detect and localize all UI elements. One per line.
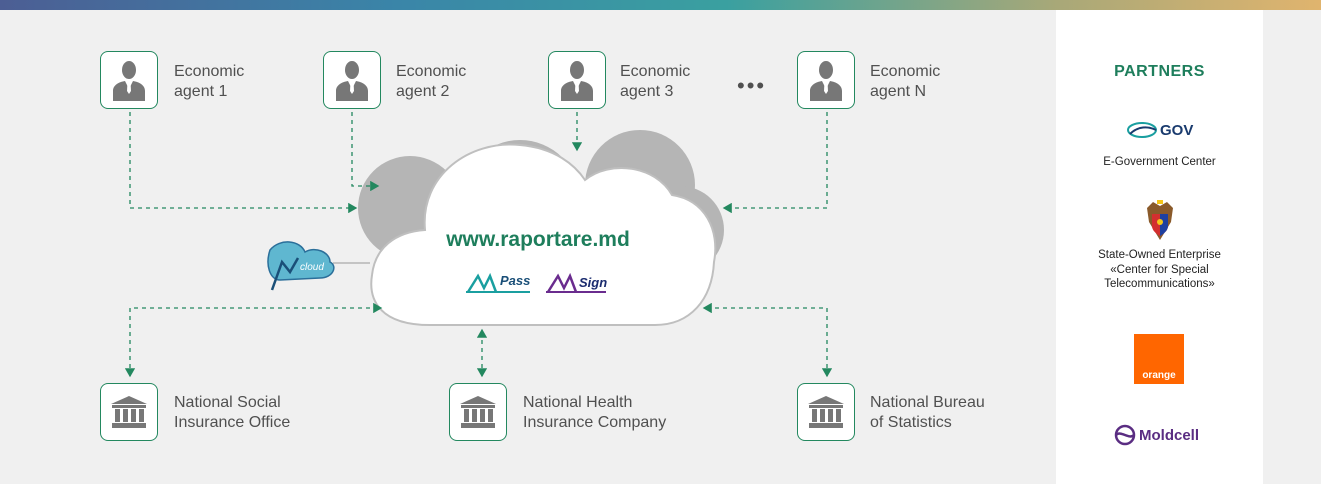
connector-agent-1 <box>129 112 358 214</box>
agent-n-label: Economic agent N <box>870 63 941 100</box>
agent-n-box <box>797 51 855 109</box>
partner-egov-name: E-Government Center <box>1103 156 1216 168</box>
bank-building-icon <box>460 396 496 428</box>
mpass-text: Pass <box>500 273 530 288</box>
person-icon <box>336 61 368 101</box>
agent-1-box <box>100 51 158 109</box>
bank-building-icon <box>808 396 844 428</box>
moldcell-logo[interactable]: Moldcell <box>1114 424 1199 446</box>
orange-logo-text: orange <box>1142 370 1176 381</box>
agent-2-label: Economic agent 2 <box>396 63 467 100</box>
mcloud-text: cloud <box>300 262 324 273</box>
institution-1-box <box>100 383 158 441</box>
person-icon <box>113 61 145 101</box>
partner-stc-name: State-Owned Enterprise «Center for Speci… <box>1098 249 1221 290</box>
agent-3-box <box>548 51 606 109</box>
partners-panel <box>1056 10 1263 484</box>
egov-logo[interactable]: GOV <box>1126 120 1193 140</box>
right-strip <box>1263 10 1321 484</box>
ellipsis: ••• <box>737 73 767 98</box>
person-icon <box>561 61 593 101</box>
connector-institution-3 <box>702 302 833 378</box>
moldova-coat-of-arms-icon[interactable] <box>1143 200 1177 242</box>
bank-building-icon <box>111 396 147 428</box>
moldcell-logo-text: Moldcell <box>1139 426 1200 444</box>
institution-2-box <box>449 383 507 441</box>
connector-agent-n <box>722 112 828 214</box>
agent-1-label: Economic agent 1 <box>174 63 245 100</box>
institution-2-label: National Health Insurance Company <box>523 394 667 431</box>
connector-institution-1 <box>124 302 383 378</box>
orange-logo[interactable]: orange <box>1134 334 1184 384</box>
agent-2-box <box>323 51 381 109</box>
msign-text: Sign <box>579 275 607 290</box>
institution-3-label: National Bureau of Statistics <box>870 394 985 431</box>
institution-1-label: National Social Insurance Office <box>174 394 291 431</box>
person-icon <box>810 61 842 101</box>
agent-3-label: Economic agent 3 <box>620 63 691 100</box>
egov-swoosh-icon <box>1127 122 1157 138</box>
moldcell-globe-icon <box>1114 424 1136 446</box>
cloud-title[interactable]: www.raportare.md <box>380 228 696 252</box>
institution-3-box <box>797 383 855 441</box>
partners-title: PARTNERS <box>1114 63 1205 80</box>
mcloud-logo: cloud <box>267 241 335 291</box>
egov-logo-text: GOV <box>1160 121 1194 139</box>
